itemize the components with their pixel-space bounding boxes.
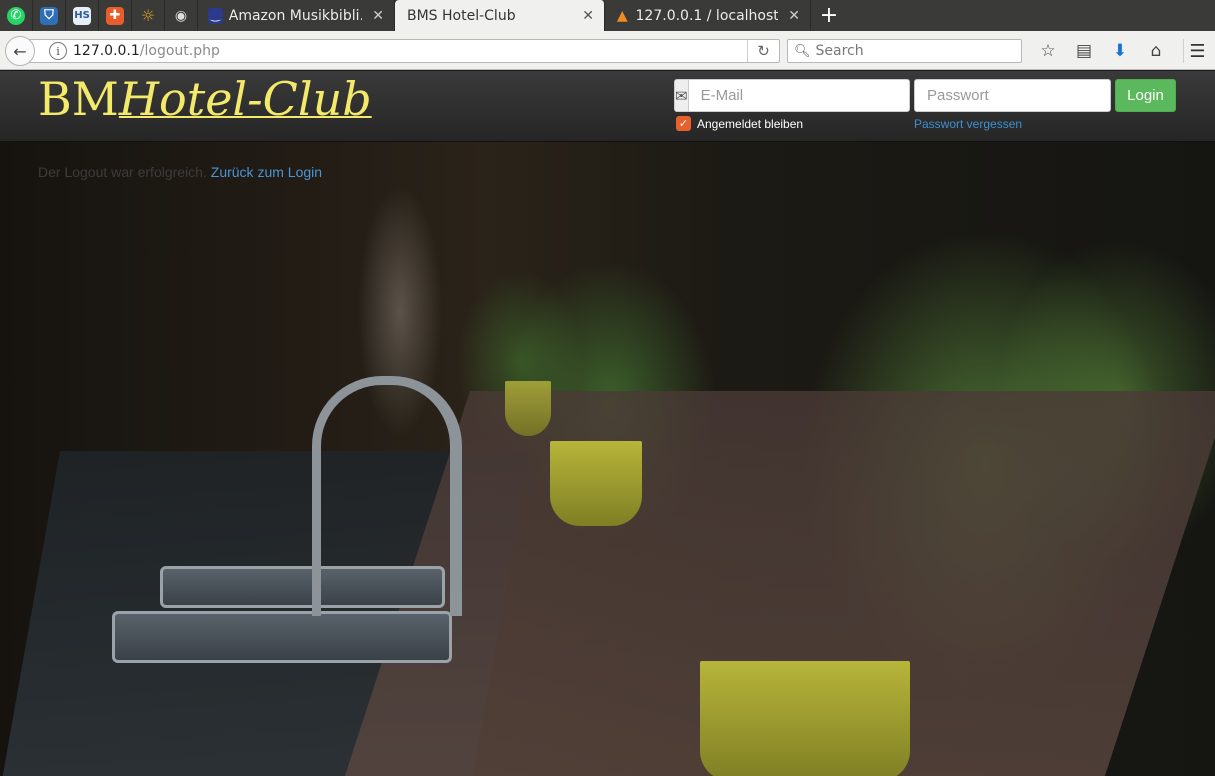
email-field-group: ✉ (674, 79, 910, 112)
toolbar-icons: ☆ ▤ ⬇ ⌂ (1030, 39, 1174, 63)
email-field[interactable] (688, 80, 909, 111)
pinned-tab-github[interactable]: ◉ (165, 0, 198, 31)
remember-me-checkbox[interactable]: ✓ (676, 116, 691, 131)
lightbulb-icon: ☼ (140, 5, 156, 25)
pinned-tabs: ✆ ⛉ HS ✚ ☼ ◉ (0, 0, 198, 31)
arrow-left-icon: ← (13, 41, 27, 61)
background-plant-pot (505, 381, 551, 436)
tab-amazon-music[interactable]: ‿ Amazon Musikbibli… ✕ (198, 0, 395, 31)
url-host: 127.0.0.1 (73, 43, 140, 59)
logout-message: Der Logout war erfolgreich. Zurück zum L… (38, 164, 322, 180)
hamburger-menu-icon[interactable]: ☰ (1183, 39, 1211, 63)
page-content: BMHotel-Club ✉ Login ✓ Angemeldet bleibe… (0, 71, 1215, 776)
shield-icon: ⛉ (40, 6, 58, 25)
background-plant-pot (700, 661, 910, 776)
navigation-bar: i 127.0.0.1/logout.php ↻ ← 🔍︎ Search ☆ ▤… (0, 31, 1215, 70)
search-icon: 🔍︎ (794, 43, 811, 59)
reload-icon[interactable]: ↻ (747, 40, 779, 62)
bookmark-star-icon[interactable]: ☆ (1030, 39, 1066, 63)
back-button[interactable]: ← (5, 36, 35, 66)
github-icon: ◉ (174, 7, 188, 24)
brand-italic: Hotel-Club (118, 72, 372, 126)
search-placeholder: Search (815, 43, 864, 59)
login-button[interactable]: Login (1115, 79, 1176, 112)
amazon-music-icon: ‿ (208, 7, 223, 24)
remember-me[interactable]: ✓ Angemeldet bleiben (676, 116, 803, 131)
site-header: BMHotel-Club ✉ Login ✓ Angemeldet bleibe… (0, 71, 1215, 142)
plus-cross-icon: ✚ (106, 6, 124, 25)
background-sink-front (112, 611, 452, 663)
close-icon[interactable]: ✕ (372, 8, 384, 24)
hs-logo-icon: HS (73, 6, 91, 25)
background-faucet (312, 376, 462, 616)
tab-title: Amazon Musikbibli… (228, 7, 363, 24)
download-icon[interactable]: ⬇ (1102, 39, 1138, 63)
pinned-tab-hs[interactable]: HS (66, 0, 99, 31)
back-to-login-link[interactable]: Zurück zum Login (211, 164, 322, 180)
url-path: /logout.php (139, 43, 220, 59)
pinned-tab-plus[interactable]: ✚ (99, 0, 132, 31)
browser-tab-strip: ✆ ⛉ HS ✚ ☼ ◉ ‿ Amazon Musikbibli… ✕ BMS … (0, 0, 1215, 31)
remember-me-label: Angemeldet bleiben (697, 116, 804, 131)
url-bar[interactable]: i 127.0.0.1/logout.php ↻ (28, 39, 780, 63)
brand-plain: BM (38, 72, 119, 126)
close-icon[interactable]: ✕ (788, 8, 800, 24)
envelope-icon: ✉ (675, 80, 689, 111)
pinned-tab-lightbulb[interactable]: ☼ (132, 0, 165, 31)
phpmyadmin-icon: ▲ (616, 7, 628, 24)
password-field[interactable] (914, 79, 1111, 112)
background-plant-pot (550, 441, 642, 526)
url-text: 127.0.0.1/logout.php (73, 43, 220, 59)
pinned-tab-whatsapp[interactable]: ✆ (0, 0, 33, 31)
close-icon[interactable]: ✕ (582, 8, 594, 24)
logout-message-text: Der Logout war erfolgreich. (38, 164, 207, 180)
forgot-password-link[interactable]: Passwort vergessen (914, 117, 1022, 131)
tab-title: BMS Hotel-Club (407, 7, 516, 24)
tab-bms-hotel-club[interactable]: BMS Hotel-Club ✕ (395, 0, 605, 31)
search-bar[interactable]: 🔍︎ Search (787, 39, 1022, 63)
site-logo[interactable]: BMHotel-Club (38, 73, 372, 125)
site-info-icon[interactable]: i (49, 42, 67, 60)
reading-list-icon[interactable]: ▤ (1066, 39, 1102, 63)
tab-title: 127.0.0.1 / localhost… (635, 7, 779, 24)
tab-phpmyadmin[interactable]: ▲ 127.0.0.1 / localhost… ✕ (605, 0, 811, 31)
home-icon[interactable]: ⌂ (1138, 39, 1174, 63)
whatsapp-icon: ✆ (7, 6, 25, 25)
new-tab-button[interactable]: + (811, 0, 847, 31)
pinned-tab-shield[interactable]: ⛉ (33, 0, 66, 31)
